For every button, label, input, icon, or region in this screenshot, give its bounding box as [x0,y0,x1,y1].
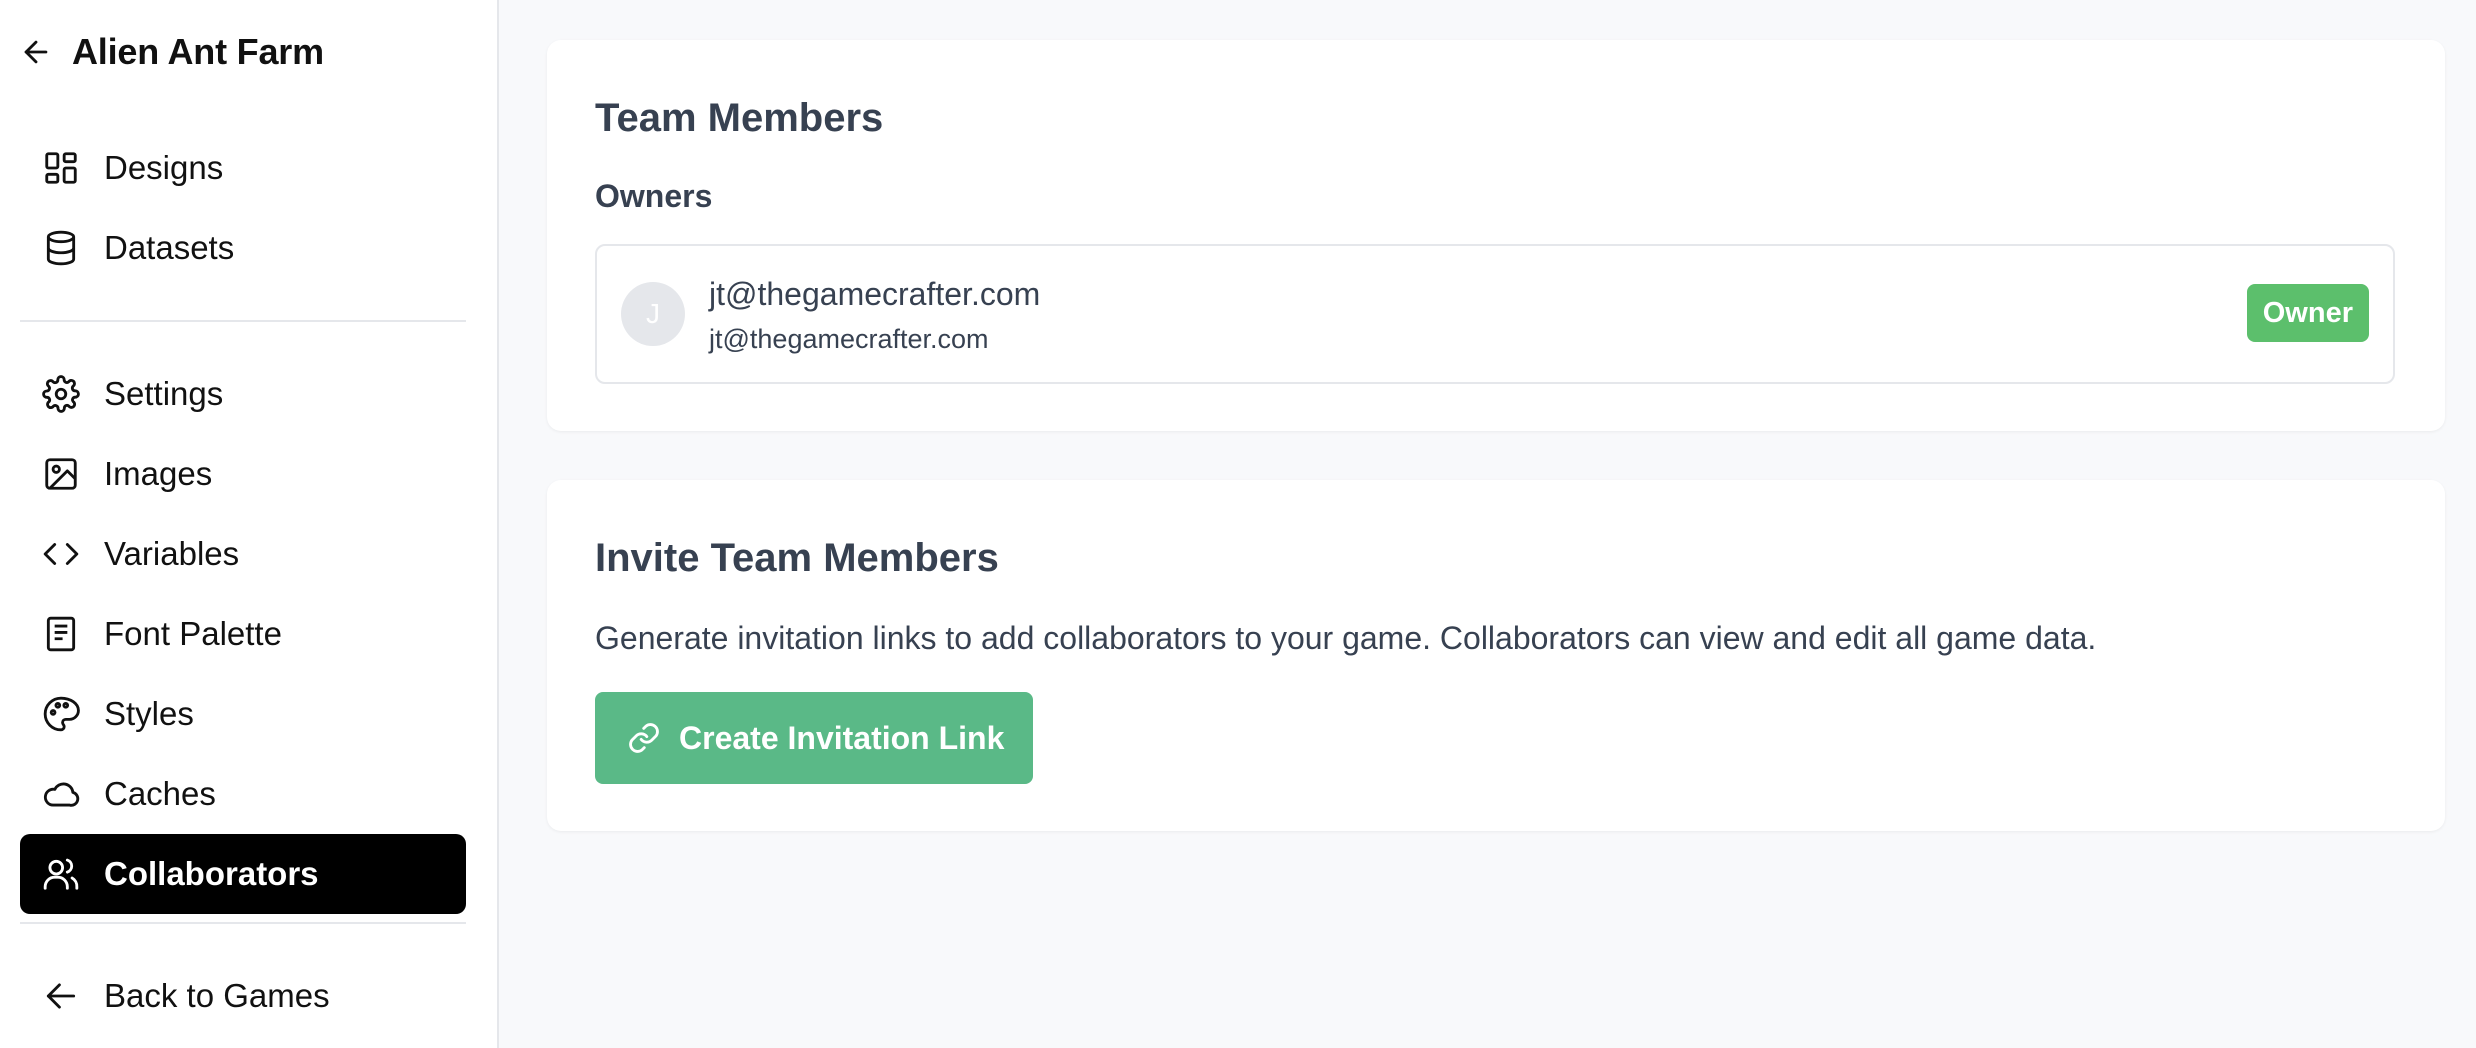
gear-icon [40,373,82,415]
nav-label: Collaborators [104,855,319,892]
invite-description: Generate invitation links to add collabo… [595,620,2097,656]
primary-nav: Designs Datasets [20,128,466,288]
sidebar-header: Alien Ant Farm [18,28,324,76]
nav-item-collaborators[interactable]: Collaborators [20,834,466,914]
nav-label: Back to Games [104,977,330,1014]
main-content: Team Members Owners J jt@thegamecrafter.… [499,0,2476,1048]
button-label: Create Invitation Link [679,719,1005,756]
invite-heading: Invite Team Members [595,536,999,580]
back-arrow-icon[interactable] [18,34,54,70]
team-members-heading: Team Members [595,96,884,140]
nav-item-variables[interactable]: Variables [20,514,466,594]
book-icon [40,613,82,655]
nav-label: Designs [104,149,224,186]
create-invitation-link-button[interactable]: Create Invitation Link [595,692,1033,784]
member-email: jt@thegamecrafter.com [709,324,989,354]
member-name: jt@thegamecrafter.com [709,276,1041,312]
image-icon [40,453,82,495]
database-icon [40,227,82,269]
nav-label: Datasets [104,229,235,266]
palette-icon [40,693,82,735]
nav-label: Variables [104,535,240,572]
nav-label: Styles [104,695,194,732]
secondary-nav: Settings Images Variables Font Palette S… [20,354,466,914]
project-title: Alien Ant Farm [72,31,324,72]
link-icon [627,721,661,755]
nav-item-settings[interactable]: Settings [20,354,466,434]
invite-card: Invite Team Members Generate invitation … [547,480,2445,831]
member-row: J jt@thegamecrafter.com jt@thegamecrafte… [595,244,2395,384]
nav-item-font-palette[interactable]: Font Palette [20,594,466,674]
nav-item-designs[interactable]: Designs [20,128,466,208]
users-icon [40,853,82,895]
arrow-left-icon [40,975,82,1017]
sidebar: Alien Ant Farm Designs Datasets Settings… [0,0,499,1048]
nav-label: Caches [104,775,216,812]
code-icon [40,533,82,575]
role-badge: Owner [2246,284,2369,342]
grid-icon [40,147,82,189]
avatar: J [621,282,685,346]
cloud-icon [40,773,82,815]
back-to-games-link[interactable]: Back to Games [20,956,466,1036]
nav-item-images[interactable]: Images [20,434,466,514]
owners-label: Owners [595,178,713,214]
team-members-card: Team Members Owners J jt@thegamecrafter.… [547,40,2445,431]
nav-label: Font Palette [104,615,282,652]
nav-item-styles[interactable]: Styles [20,674,466,754]
nav-label: Settings [104,375,224,412]
app-root: Alien Ant Farm Designs Datasets Settings… [0,0,2476,1048]
sidebar-divider [20,922,466,924]
footer-nav: Back to Games [20,956,466,1036]
nav-item-caches[interactable]: Caches [20,754,466,834]
nav-label: Images [104,455,213,492]
nav-item-datasets[interactable]: Datasets [20,208,466,288]
sidebar-divider [20,320,466,322]
